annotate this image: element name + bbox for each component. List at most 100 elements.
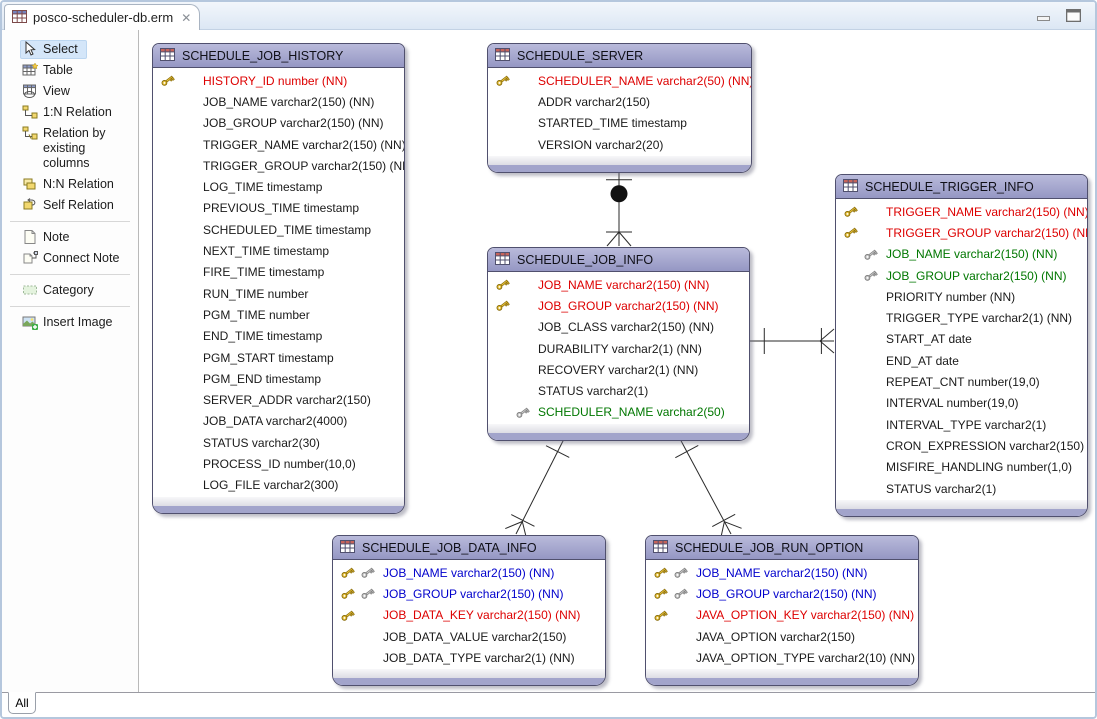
column-priority[interactable]: PRIORITY number (NN): [836, 286, 1087, 307]
column-history-id[interactable]: HISTORY_ID number (NN): [153, 70, 404, 91]
column-job-data-value[interactable]: JOB_DATA_VALUE varchar2(150): [333, 626, 605, 647]
maximize-icon[interactable]: [1066, 9, 1081, 27]
column-java-option-type[interactable]: JAVA_OPTION_TYPE varchar2(10) (NN): [646, 647, 918, 668]
entity-header[interactable]: SCHEDULE_JOB_INFO: [488, 248, 749, 272]
column-job-group[interactable]: JOB_GROUP varchar2(150) (NN): [488, 295, 749, 316]
column-scheduler-name[interactable]: SCHEDULER_NAME varchar2(50): [488, 402, 749, 423]
column-repeat-cnt[interactable]: REPEAT_CNT number(19,0): [836, 371, 1087, 392]
column-text: RUN_TIME number: [203, 287, 308, 301]
palette-item-category[interactable]: Category: [20, 281, 98, 300]
column-server-addr[interactable]: SERVER_ADDR varchar2(150): [153, 389, 404, 410]
column-addr[interactable]: ADDR varchar2(150): [488, 91, 751, 112]
column-job-data[interactable]: JOB_DATA varchar2(4000): [153, 411, 404, 432]
column-scheduler-name[interactable]: SCHEDULER_NAME varchar2(50) (NN): [488, 70, 751, 91]
column-text: SCHEDULED_TIME timestamp: [203, 223, 371, 237]
column-job-group[interactable]: JOB_GROUP varchar2(150) (NN): [333, 583, 605, 604]
palette-item-connect-note[interactable]: Connect Note: [20, 249, 123, 268]
palette-item-self-relation[interactable]: Self Relation: [20, 196, 118, 215]
column-job-name[interactable]: JOB_NAME varchar2(150) (NN): [646, 562, 918, 583]
foreign-key-icon: [515, 405, 530, 420]
palette-item-note[interactable]: Note: [20, 228, 73, 247]
column-text: JOB_NAME varchar2(150) (NN): [383, 566, 554, 580]
n-n-relation-icon: [22, 176, 38, 192]
palette-item-1-n-relation[interactable]: 1:N Relation: [20, 103, 116, 122]
column-end-at[interactable]: END_AT date: [836, 350, 1087, 371]
minimize-icon[interactable]: [1037, 9, 1050, 27]
column-pgm-end[interactable]: PGM_END timestamp: [153, 368, 404, 389]
entity-schedule-server[interactable]: SCHEDULE_SERVERSCHEDULER_NAME varchar2(5…: [487, 43, 752, 173]
editor-tab[interactable]: posco-scheduler-db.erm ✕: [4, 4, 200, 30]
column-job-name[interactable]: JOB_NAME varchar2(150) (NN): [333, 562, 605, 583]
primary-key-icon: [653, 586, 668, 601]
column-status[interactable]: STATUS varchar2(30): [153, 432, 404, 453]
column-trigger-name[interactable]: TRIGGER_NAME varchar2(150) (NN): [153, 134, 404, 155]
column-text: JAVA_OPTION varchar2(150): [696, 630, 855, 644]
palette-item-label: Category: [43, 283, 94, 298]
column-trigger-group[interactable]: TRIGGER_GROUP varchar2(150) (NN): [836, 222, 1087, 243]
palette-item-relation-by-existing-columns[interactable]: Relation by existing columns: [20, 124, 132, 173]
column-java-option[interactable]: JAVA_OPTION varchar2(150): [646, 626, 918, 647]
entity-header[interactable]: SCHEDULE_TRIGGER_INFO: [836, 175, 1087, 199]
entity-title: SCHEDULE_TRIGGER_INFO: [865, 180, 1034, 194]
entity-schedule-job-run-option[interactable]: SCHEDULE_JOB_RUN_OPTIONJOB_NAME varchar2…: [645, 535, 919, 686]
column-text: ADDR varchar2(150): [538, 95, 650, 109]
category-tab-all[interactable]: All: [8, 692, 36, 714]
column-pgm-start[interactable]: PGM_START timestamp: [153, 347, 404, 368]
column-status[interactable]: STATUS varchar2(1): [836, 478, 1087, 499]
column-trigger-name[interactable]: TRIGGER_NAME varchar2(150) (NN): [836, 201, 1087, 222]
column-durability[interactable]: DURABILITY varchar2(1) (NN): [488, 338, 749, 359]
column-fire-time[interactable]: FIRE_TIME timestamp: [153, 262, 404, 283]
palette-item-n-n-relation[interactable]: N:N Relation: [20, 175, 118, 194]
entity-header[interactable]: SCHEDULE_SERVER: [488, 44, 751, 68]
entity-header[interactable]: SCHEDULE_JOB_HISTORY: [153, 44, 404, 68]
palette-item-view[interactable]: View: [20, 82, 74, 101]
column-start-at[interactable]: START_AT date: [836, 329, 1087, 350]
primary-key-icon: [495, 298, 510, 313]
insert-image-icon: [22, 314, 38, 330]
entity-schedule-job-history[interactable]: SCHEDULE_JOB_HISTORYHISTORY_ID number (N…: [152, 43, 405, 514]
palette-item-label: Table: [43, 63, 73, 78]
column-status[interactable]: STATUS varchar2(1): [488, 380, 749, 401]
entity-header[interactable]: SCHEDULE_JOB_DATA_INFO: [333, 536, 605, 560]
column-misfire-handling[interactable]: MISFIRE_HANDLING number(1,0): [836, 457, 1087, 478]
entity-header[interactable]: SCHEDULE_JOB_RUN_OPTION: [646, 536, 918, 560]
column-cron-expression[interactable]: CRON_EXPRESSION varchar2(150): [836, 435, 1087, 456]
column-job-data-key[interactable]: JOB_DATA_KEY varchar2(150) (NN): [333, 605, 605, 626]
column-text: LOG_FILE varchar2(300): [203, 478, 338, 492]
column-interval-type[interactable]: INTERVAL_TYPE varchar2(1): [836, 414, 1087, 435]
column-interval[interactable]: INTERVAL number(19,0): [836, 393, 1087, 414]
entity-footer: [153, 497, 404, 513]
column-started-time[interactable]: STARTED_TIME timestamp: [488, 113, 751, 134]
column-java-option-key[interactable]: JAVA_OPTION_KEY varchar2(150) (NN): [646, 605, 918, 626]
column-next-time[interactable]: NEXT_TIME timestamp: [153, 240, 404, 261]
column-job-name[interactable]: JOB_NAME varchar2(150) (NN): [153, 91, 404, 112]
column-text: STATUS varchar2(30): [203, 436, 320, 450]
column-job-data-type[interactable]: JOB_DATA_TYPE varchar2(1) (NN): [333, 647, 605, 668]
column-scheduled-time[interactable]: SCHEDULED_TIME timestamp: [153, 219, 404, 240]
column-pgm-time[interactable]: PGM_TIME number: [153, 304, 404, 325]
column-trigger-group[interactable]: TRIGGER_GROUP varchar2(150) (NN): [153, 155, 404, 176]
palette-item-select[interactable]: Select: [20, 40, 87, 59]
entity-schedule-trigger-info[interactable]: SCHEDULE_TRIGGER_INFO TRIGGER_NAME varcha…: [835, 174, 1088, 517]
column-end-time[interactable]: END_TIME timestamp: [153, 326, 404, 347]
column-trigger-type[interactable]: TRIGGER_TYPE varchar2(1) (NN): [836, 307, 1087, 328]
column-log-file[interactable]: LOG_FILE varchar2(300): [153, 475, 404, 496]
entity-schedule-job-data-info[interactable]: SCHEDULE_JOB_DATA_INFO JOB_NAME varchar2(…: [332, 535, 606, 686]
column-job-name[interactable]: JOB_NAME varchar2(150) (NN): [488, 274, 749, 295]
entity-schedule-job-info[interactable]: SCHEDULE_JOB_INFOJOB_NAME varchar2(150) …: [487, 247, 750, 441]
column-job-group[interactable]: JOB_GROUP varchar2(150) (NN): [646, 583, 918, 604]
column-job-group[interactable]: JOB_GROUP varchar2(150) (NN): [836, 265, 1087, 286]
column-log-time[interactable]: LOG_TIME timestamp: [153, 176, 404, 197]
column-version[interactable]: VERSION varchar2(20): [488, 134, 751, 155]
column-text: JOB_GROUP varchar2(150) (NN): [203, 116, 384, 130]
palette-item-insert-image[interactable]: Insert Image: [20, 313, 116, 332]
column-job-class[interactable]: JOB_CLASS varchar2(150) (NN): [488, 317, 749, 338]
column-process-id[interactable]: PROCESS_ID number(10,0): [153, 453, 404, 474]
column-run-time[interactable]: RUN_TIME number: [153, 283, 404, 304]
column-recovery[interactable]: RECOVERY varchar2(1) (NN): [488, 359, 749, 380]
column-job-name[interactable]: JOB_NAME varchar2(150) (NN): [836, 244, 1087, 265]
column-job-group[interactable]: JOB_GROUP varchar2(150) (NN): [153, 113, 404, 134]
column-previous-time[interactable]: PREVIOUS_TIME timestamp: [153, 198, 404, 219]
tab-close-icon[interactable]: ✕: [179, 11, 191, 25]
palette-item-table[interactable]: Table: [20, 61, 77, 80]
